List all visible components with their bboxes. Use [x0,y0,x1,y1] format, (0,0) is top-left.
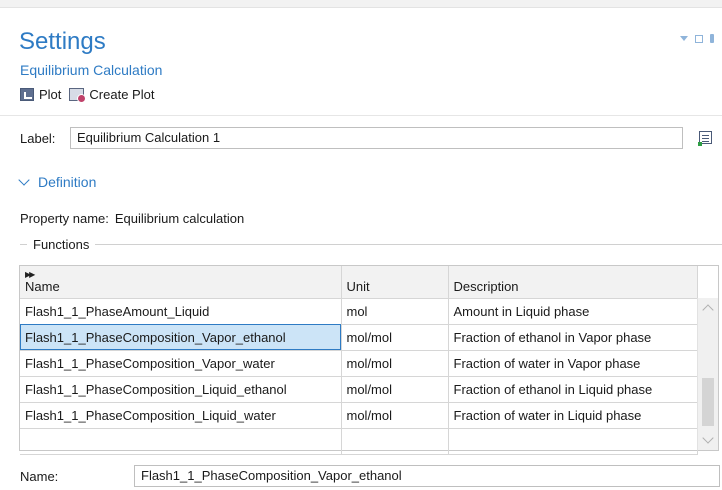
name-input[interactable]: Flash1_1_PhaseComposition_Vapor_ethanol [134,465,720,487]
page-subtitle: Equilibrium Calculation [20,62,163,78]
toolbar-divider [0,115,722,116]
property-name-value: Equilibrium calculation [114,211,245,226]
cell-name[interactable]: Flash1_1_PhaseComposition_Vapor_water [20,350,342,377]
scroll-up-icon[interactable] [702,304,714,316]
create-plot-icon [69,88,87,103]
cell-description[interactable]: Fraction of water in Liquid phase [448,402,698,429]
cell-name[interactable]: Flash1_1_PhaseAmount_Liquid [20,298,342,325]
plot-icon [20,88,34,101]
list-edit-icon [697,130,712,146]
pin-icon[interactable] [710,34,714,43]
group-divider-left [20,244,27,245]
top-strip [0,0,722,8]
label-field-label: Label: [20,130,56,146]
expand-columns-icon[interactable]: ▶▶ [25,270,35,279]
cell-unit[interactable]: mol/mol [341,350,449,377]
property-name-row: Property name: Equilibrium calculation [20,211,244,226]
table-row-selected[interactable]: Flash1_1_PhaseComposition_Vapor_ethanol … [20,324,698,351]
create-plot-button[interactable]: Create Plot [69,87,155,103]
scroll-thumb[interactable] [702,378,714,426]
cell-description[interactable]: Amount in Liquid phase [448,298,698,325]
scroll-down-icon[interactable] [702,432,714,444]
group-divider-right [95,244,722,245]
cell-unit[interactable]: mol/mol [341,376,449,403]
label-row: Label: Equilibrium Calculation 1 [20,127,712,149]
functions-table: ▶▶ Name Unit Description Flash1_1_PhaseA… [19,265,719,455]
column-header-description[interactable]: Description [448,266,698,299]
name-field-label: Name: [20,468,59,484]
chevron-down-icon[interactable] [680,36,688,41]
maximize-icon[interactable] [695,34,703,43]
cell-description[interactable]: Fraction of ethanol in Liquid phase [448,376,698,403]
plot-button[interactable]: Plot [20,87,61,102]
cell-description[interactable]: Fraction of ethanol in Vapor phase [448,324,698,351]
table-row[interactable]: Flash1_1_PhaseComposition_Vapor_water mo… [20,350,698,377]
page-title: Settings [19,28,106,55]
definition-section-header[interactable]: Definition [18,173,97,190]
chevron-down-icon [18,173,30,186]
plot-button-label: Plot [39,87,62,102]
name-row: Name: Flash1_1_PhaseComposition_Vapor_et… [20,465,720,487]
functions-group-header: Functions [20,237,722,252]
create-plot-button-label: Create Plot [89,87,155,102]
table-header-row: ▶▶ Name Unit Description [20,266,698,299]
column-header-unit[interactable]: Unit [341,266,449,299]
table-row-empty[interactable] [20,428,698,455]
cell-description[interactable]: Fraction of water in Vapor phase [448,350,698,377]
window-controls [680,34,714,43]
cell-name[interactable]: Flash1_1_PhaseComposition_Liquid_ethanol [20,376,342,403]
cell-name[interactable]: Flash1_1_PhaseComposition_Liquid_water [20,402,342,429]
cell-unit[interactable]: mol [341,298,449,325]
cell-unit[interactable]: mol/mol [341,402,449,429]
toolbar: Plot Create Plot [20,87,155,103]
definition-section-title: Definition [38,174,97,190]
label-edit-button[interactable] [695,127,715,147]
table-scrollbar[interactable] [697,298,718,450]
cell-name[interactable]: Flash1_1_PhaseComposition_Vapor_ethanol [20,324,342,351]
column-header-name[interactable]: ▶▶ Name [20,266,342,299]
cell-unit[interactable]: mol/mol [341,324,449,351]
table-row[interactable]: Flash1_1_PhaseComposition_Liquid_ethanol… [20,376,698,403]
table-row[interactable]: Flash1_1_PhaseComposition_Liquid_water m… [20,402,698,429]
functions-group-title: Functions [33,237,90,252]
label-input[interactable]: Equilibrium Calculation 1 [70,127,683,149]
property-name-label: Property name: [20,211,109,226]
table-row[interactable]: Flash1_1_PhaseAmount_Liquid mol Amount i… [20,298,698,325]
